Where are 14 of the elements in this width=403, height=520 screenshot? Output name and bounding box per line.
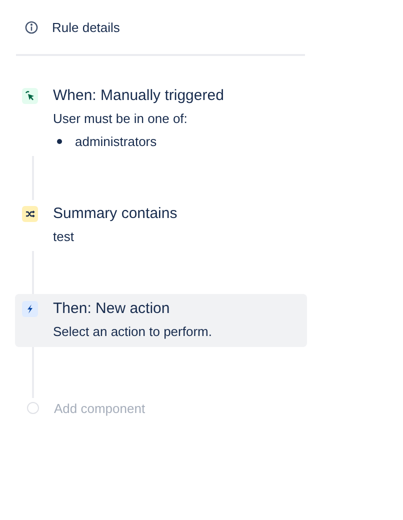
lightning-icon [22, 300, 38, 316]
rule-component-card[interactable]: Then: New action Select an action to perform. [16, 294, 306, 346]
component-description: test [53, 228, 75, 244]
rule-details-link[interactable]: Rule details [52, 18, 120, 38]
bullet-icon [57, 138, 62, 144]
component-title: Summary contains [53, 204, 178, 222]
component-title: When: Manually triggered [53, 86, 224, 104]
shuffle-icon [22, 206, 38, 222]
component-description: Select an action to perform. [53, 322, 212, 340]
cursor-click-icon [22, 88, 38, 104]
component-description: User must be in one of: [53, 110, 188, 126]
component-title: Then: New action [53, 300, 171, 318]
info-icon [25, 21, 38, 34]
list-item: administrators [75, 132, 157, 150]
